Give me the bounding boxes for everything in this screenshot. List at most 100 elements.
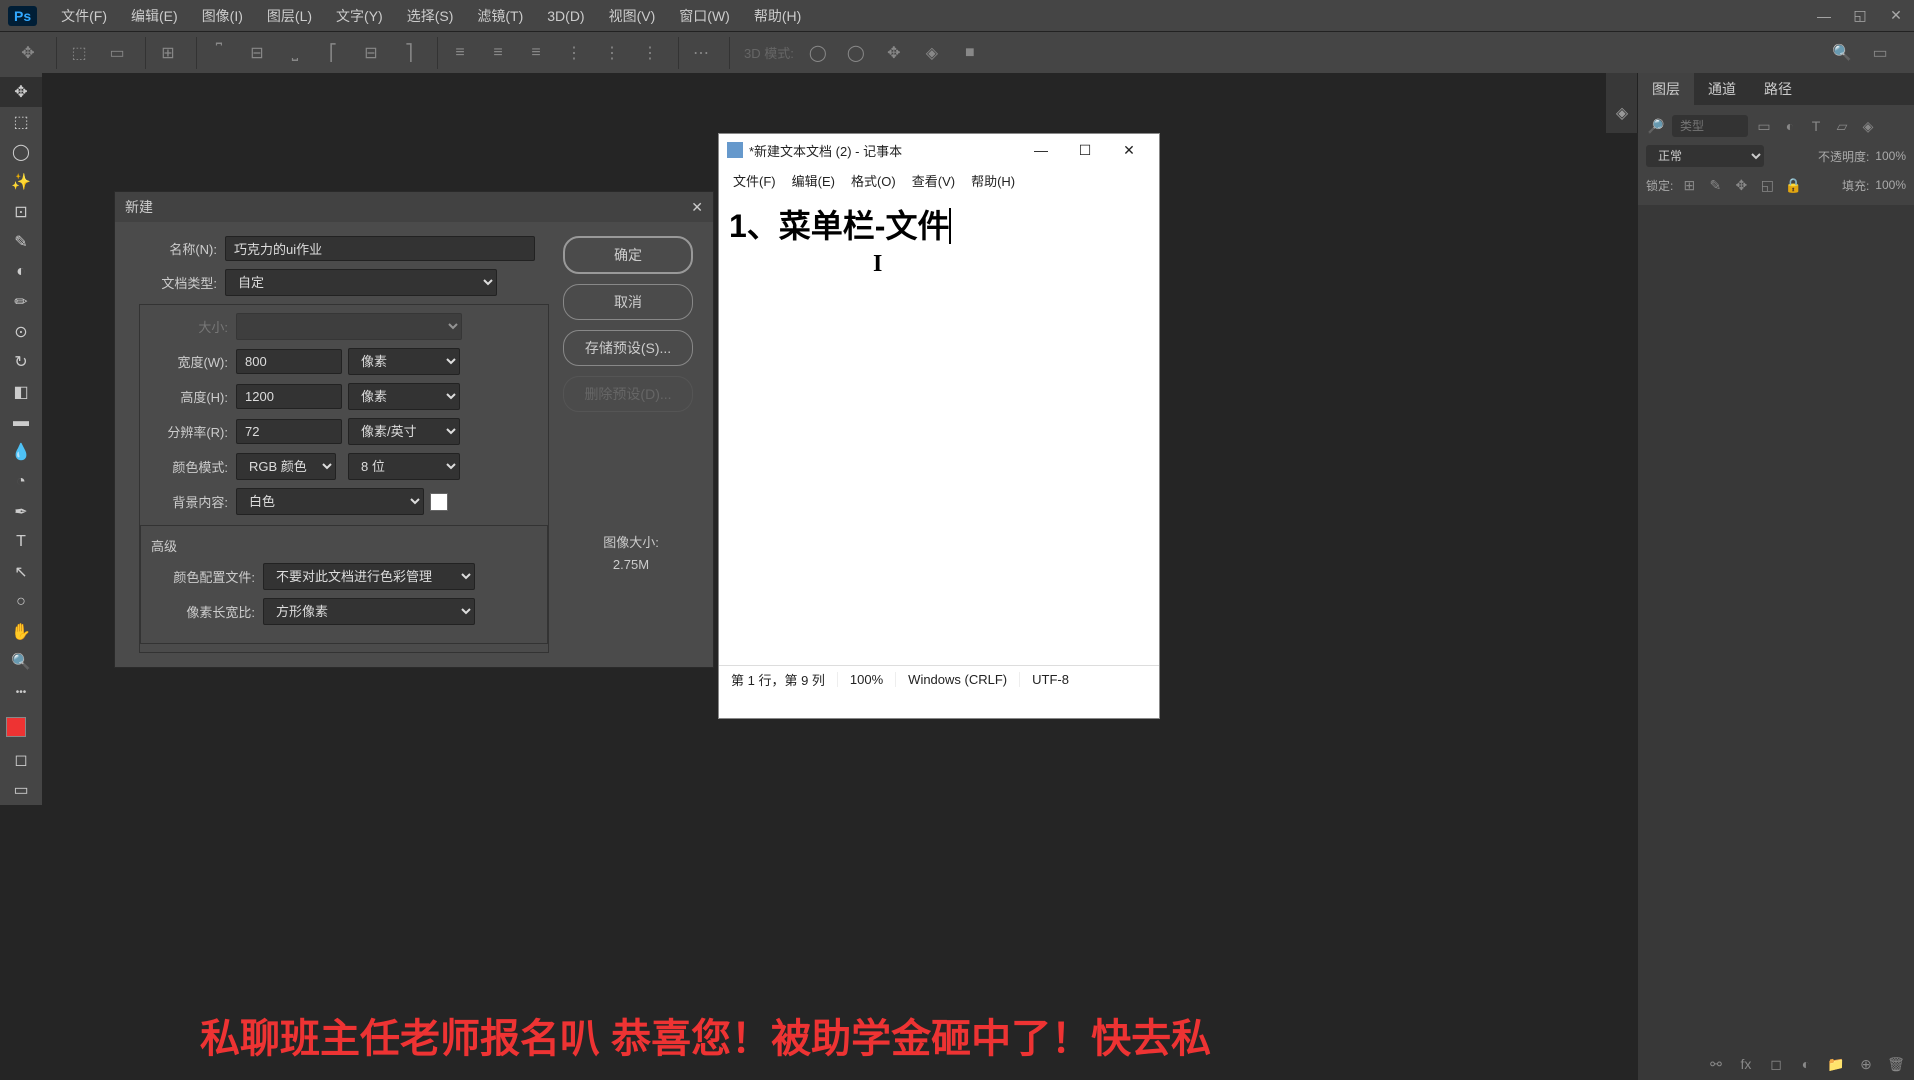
preset-select[interactable]: 自定 (225, 269, 497, 296)
tab-paths[interactable]: 路径 (1750, 73, 1806, 105)
notepad-minimize-icon[interactable]: — (1019, 134, 1063, 166)
lock-all-icon[interactable]: 🔒 (1783, 175, 1803, 195)
filter-shape-icon[interactable]: ▱ (1832, 116, 1852, 136)
notepad-menu-view[interactable]: 查看(V) (904, 169, 963, 192)
bg-content-select[interactable]: 白色 (236, 488, 424, 515)
distribute-hcenter-icon[interactable]: ⋮ (596, 37, 628, 69)
opacity-value[interactable]: 100% (1875, 149, 1906, 163)
filter-image-icon[interactable]: ▭ (1754, 116, 1774, 136)
align-vcenter-icon[interactable]: ⊟ (241, 37, 273, 69)
width-input[interactable] (236, 349, 342, 374)
shape-tool[interactable]: ○ (0, 587, 42, 617)
lock-image-icon[interactable]: ✎ (1705, 175, 1725, 195)
distribute-top-icon[interactable]: ≡ (444, 37, 476, 69)
spot-heal-tool[interactable]: ◐ (0, 257, 42, 287)
filter-smart-icon[interactable]: ◈ (1858, 116, 1878, 136)
blend-mode-select[interactable]: 正常 (1646, 145, 1764, 167)
color-profile-select[interactable]: 不要对此文档进行色彩管理 (263, 563, 475, 590)
menu-layer[interactable]: 图层(L) (255, 6, 324, 26)
lock-position-icon[interactable]: ✥ (1731, 175, 1751, 195)
distribute-vcenter-icon[interactable]: ≡ (482, 37, 514, 69)
resolution-input[interactable] (236, 419, 342, 444)
search-filter-icon[interactable]: 🔎 (1646, 116, 1666, 136)
3d-pan-icon[interactable]: ✥ (878, 37, 910, 69)
history-brush-tool[interactable]: ↻ (0, 347, 42, 377)
eraser-tool[interactable]: ◧ (0, 377, 42, 407)
height-input[interactable] (236, 384, 342, 409)
marquee-tool[interactable]: ⬚ (0, 107, 42, 137)
distribute-right-icon[interactable]: ⋮ (634, 37, 666, 69)
move-tool[interactable]: ✥ (0, 77, 42, 107)
notepad-close-icon[interactable]: ✕ (1107, 134, 1151, 166)
adjustment-layer-icon[interactable]: ◐ (1796, 1054, 1816, 1074)
menu-edit[interactable]: 编辑(E) (119, 6, 190, 26)
notepad-titlebar[interactable]: *新建文本文档 (2) - 记事本 — ☐ ✕ (719, 134, 1159, 166)
3d-roll-icon[interactable]: ◯ (840, 37, 872, 69)
hand-tool[interactable]: ✋ (0, 617, 42, 647)
align-left-icon[interactable]: ⎡ (317, 37, 349, 69)
dodge-tool[interactable]: ◔ (0, 467, 42, 497)
filter-adjustment-icon[interactable]: ◐ (1780, 116, 1800, 136)
dialog-titlebar[interactable]: 新建 ✕ (115, 192, 713, 222)
layer-mask-icon[interactable]: ◻ (1766, 1054, 1786, 1074)
path-selection-tool[interactable]: ↖ (0, 557, 42, 587)
align-top-icon[interactable]: ⎴ (203, 37, 235, 69)
close-icon[interactable]: ✕ (1878, 0, 1914, 31)
3d-zoom-icon[interactable]: ■ (954, 37, 986, 69)
edit-toolbar[interactable]: ••• (0, 677, 42, 707)
menu-3d[interactable]: 3D(D) (535, 8, 596, 24)
collapsed-panel-strip[interactable]: ◈ (1606, 73, 1638, 133)
3d-slide-icon[interactable]: ◈ (916, 37, 948, 69)
menu-filter[interactable]: 滤镜(T) (465, 6, 535, 26)
type-tool[interactable]: T (0, 527, 42, 557)
menu-help[interactable]: 帮助(H) (742, 6, 813, 26)
auto-select-icon[interactable]: ⬚ (63, 37, 95, 69)
screen-mode-icon[interactable]: ▭ (0, 775, 42, 805)
dialog-close-icon[interactable]: ✕ (691, 199, 703, 216)
menu-file[interactable]: 文件(F) (49, 6, 119, 26)
quick-mask-icon[interactable]: ◻ (0, 745, 42, 775)
align-bottom-icon[interactable]: ⎵ (279, 37, 311, 69)
eyedropper-tool[interactable]: ✎ (0, 227, 42, 257)
notepad-text-area[interactable]: 1、菜单栏-文件 I (719, 195, 1159, 665)
filter-type-icon[interactable]: T (1806, 116, 1826, 136)
link-layers-icon[interactable]: ⚯ (1706, 1054, 1726, 1074)
clone-stamp-tool[interactable]: ⊙ (0, 317, 42, 347)
brush-tool[interactable]: ✏ (0, 287, 42, 317)
color-mode-select[interactable]: RGB 颜色 (236, 453, 336, 480)
lasso-tool[interactable]: ◯ (0, 137, 42, 167)
color-swatches[interactable] (0, 717, 42, 737)
notepad-menu-file[interactable]: 文件(F) (725, 169, 784, 192)
adjustments-icon[interactable]: ◈ (1606, 99, 1638, 127)
tab-channels[interactable]: 通道 (1694, 73, 1750, 105)
lock-transparency-icon[interactable]: ⊞ (1679, 175, 1699, 195)
layer-select-icon[interactable]: ▭ (101, 37, 133, 69)
gradient-tool[interactable]: ▬ (0, 407, 42, 437)
menu-window[interactable]: 窗口(W) (667, 6, 742, 26)
fill-value[interactable]: 100% (1875, 178, 1906, 192)
tab-layers[interactable]: 图层 (1638, 73, 1694, 105)
name-input[interactable] (225, 236, 535, 261)
distribute-bottom-icon[interactable]: ≡ (520, 37, 552, 69)
search-icon[interactable]: 🔍 (1826, 37, 1858, 69)
blur-tool[interactable]: 💧 (0, 437, 42, 467)
move-tool-icon[interactable]: ✥ (12, 37, 44, 69)
menu-image[interactable]: 图像(I) (190, 6, 255, 26)
layer-filter-input[interactable] (1672, 115, 1748, 137)
pen-tool[interactable]: ✒ (0, 497, 42, 527)
resolution-unit-select[interactable]: 像素/英寸 (348, 418, 460, 445)
delete-layer-icon[interactable]: 🗑 (1886, 1054, 1906, 1074)
bg-color-swatch[interactable] (430, 493, 448, 511)
distribute-spacing-icon[interactable]: ⋯ (685, 37, 717, 69)
crop-tool[interactable]: ⊡ (0, 197, 42, 227)
save-preset-button[interactable]: 存储预设(S)... (563, 330, 693, 366)
align-right-icon[interactable]: ⎤ (393, 37, 425, 69)
magic-wand-tool[interactable]: ✨ (0, 167, 42, 197)
pixel-aspect-select[interactable]: 方形像素 (263, 598, 475, 625)
bit-depth-select[interactable]: 8 位 (348, 453, 460, 480)
align-hcenter-icon[interactable]: ⊟ (355, 37, 387, 69)
notepad-maximize-icon[interactable]: ☐ (1063, 134, 1107, 166)
notepad-menu-edit[interactable]: 编辑(E) (784, 169, 843, 192)
layer-style-icon[interactable]: fx (1736, 1054, 1756, 1074)
restore-icon[interactable]: ◱ (1842, 0, 1878, 31)
